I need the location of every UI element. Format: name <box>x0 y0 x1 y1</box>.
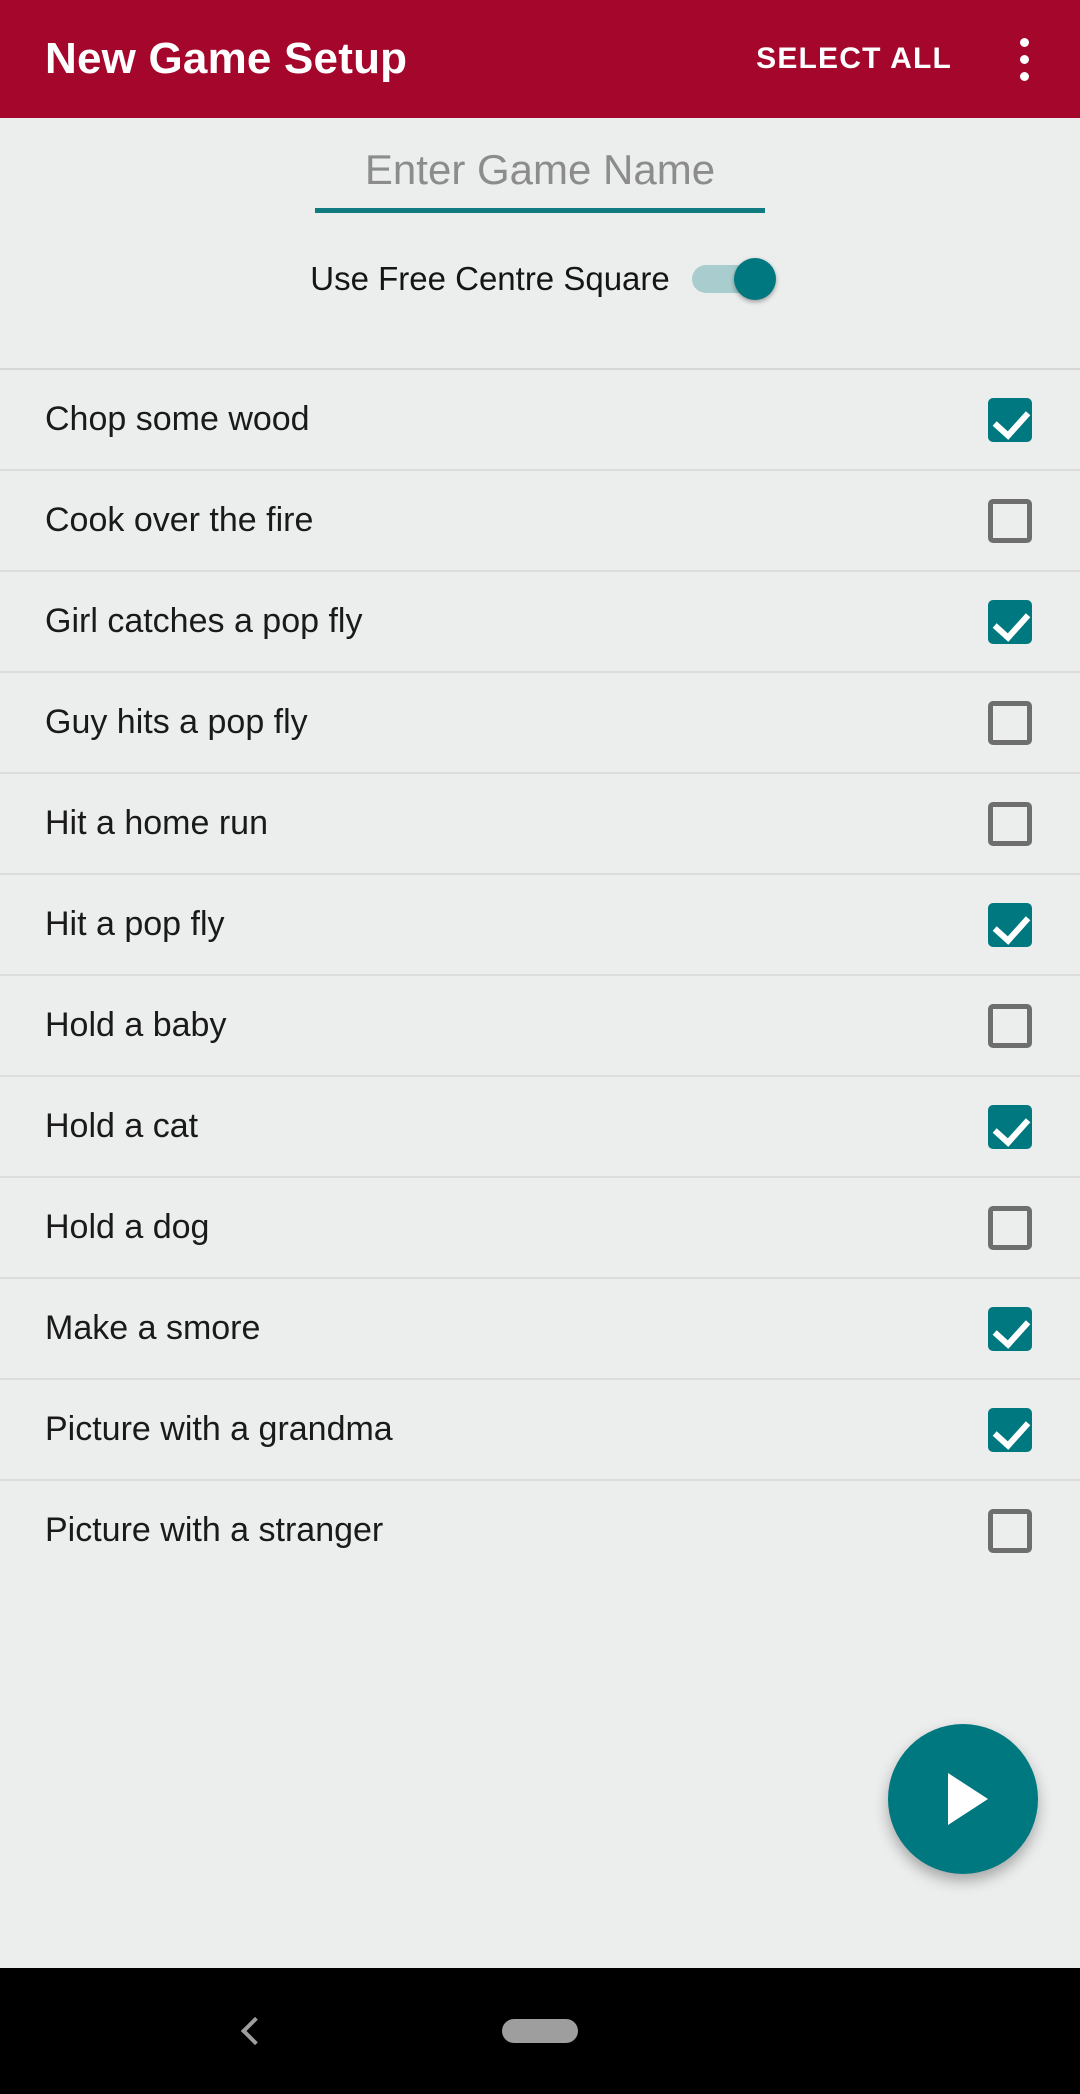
game-name-field-wrap <box>315 140 765 213</box>
list-item-label: Hit a home run <box>45 804 268 842</box>
list-item-checkbox[interactable] <box>988 1205 1032 1250</box>
home-pill-icon[interactable] <box>502 2019 578 2043</box>
list-item[interactable]: Chop some wood <box>0 368 1080 469</box>
list-item[interactable]: Girl catches a pop fly <box>0 570 1080 671</box>
overflow-dot <box>1019 37 1029 47</box>
overflow-dot <box>1019 54 1029 64</box>
list-item-checkbox[interactable] <box>988 1104 1032 1149</box>
list-item[interactable]: Guy hits a pop fly <box>0 671 1080 772</box>
overflow-dot <box>1019 71 1029 81</box>
game-name-underline <box>315 208 765 213</box>
list-item-label: Guy hits a pop fly <box>45 703 308 741</box>
list-item-label: Hit a pop fly <box>45 905 225 943</box>
list-item[interactable]: Picture with a stranger <box>0 1479 1080 1580</box>
list-item-checkbox[interactable] <box>988 599 1032 644</box>
list-item-checkbox[interactable] <box>988 902 1032 947</box>
free-centre-square-toggle[interactable] <box>691 258 776 300</box>
list-item-label: Picture with a stranger <box>45 1511 384 1549</box>
list-item[interactable]: Hit a home run <box>0 772 1080 873</box>
list-item-label: Hold a dog <box>45 1208 210 1246</box>
list-item[interactable]: Hit a pop fly <box>0 873 1080 974</box>
page-title: New Game Setup <box>45 34 408 83</box>
list-item-label: Hold a baby <box>45 1006 227 1044</box>
back-chevron-icon[interactable] <box>222 2001 282 2061</box>
system-navigation-bar <box>0 1968 1080 2094</box>
list-item-checkbox[interactable] <box>988 1508 1032 1553</box>
app-screen: New Game Setup SELECT ALL Use Free Centr… <box>0 0 1080 2094</box>
play-icon <box>948 1773 988 1825</box>
list-item[interactable]: Hold a baby <box>0 974 1080 1075</box>
list-item[interactable]: Cook over the fire <box>0 469 1080 570</box>
start-game-fab[interactable] <box>888 1724 1038 1874</box>
list-item-label: Make a smore <box>45 1309 261 1347</box>
select-all-button[interactable]: SELECT ALL <box>756 42 952 76</box>
list-item-checkbox[interactable] <box>988 1306 1032 1351</box>
list-item-label: Picture with a grandma <box>45 1410 393 1448</box>
list-item[interactable]: Make a smore <box>0 1277 1080 1378</box>
toggle-thumb <box>733 258 776 300</box>
list-item-checkbox[interactable] <box>988 700 1032 745</box>
setup-form: Use Free Centre Square <box>0 118 1080 368</box>
free-centre-square-label: Use Free Centre Square <box>310 260 670 297</box>
list-item-checkbox[interactable] <box>988 801 1032 846</box>
list-item-checkbox[interactable] <box>988 1407 1032 1452</box>
more-vert-icon[interactable] <box>988 23 1060 95</box>
list-item-label: Chop some wood <box>45 400 310 438</box>
game-name-input[interactable] <box>315 140 765 208</box>
task-list: Chop some wood Cook over the fire Girl cat… <box>0 368 1080 1580</box>
list-item-checkbox[interactable] <box>988 397 1032 442</box>
list-item-checkbox[interactable] <box>988 1003 1032 1048</box>
list-item-label: Hold a cat <box>45 1107 199 1145</box>
list-item[interactable]: Hold a dog <box>0 1176 1080 1277</box>
list-item-label: Cook over the fire <box>45 501 314 539</box>
list-item-checkbox[interactable] <box>988 498 1032 543</box>
list-item[interactable]: Picture with a grandma <box>0 1378 1080 1479</box>
list-item-label: Girl catches a pop fly <box>45 602 363 640</box>
app-bar: New Game Setup SELECT ALL <box>0 0 1080 118</box>
list-item[interactable]: Hold a cat <box>0 1075 1080 1176</box>
free-centre-square-row[interactable]: Use Free Centre Square <box>0 258 1080 300</box>
